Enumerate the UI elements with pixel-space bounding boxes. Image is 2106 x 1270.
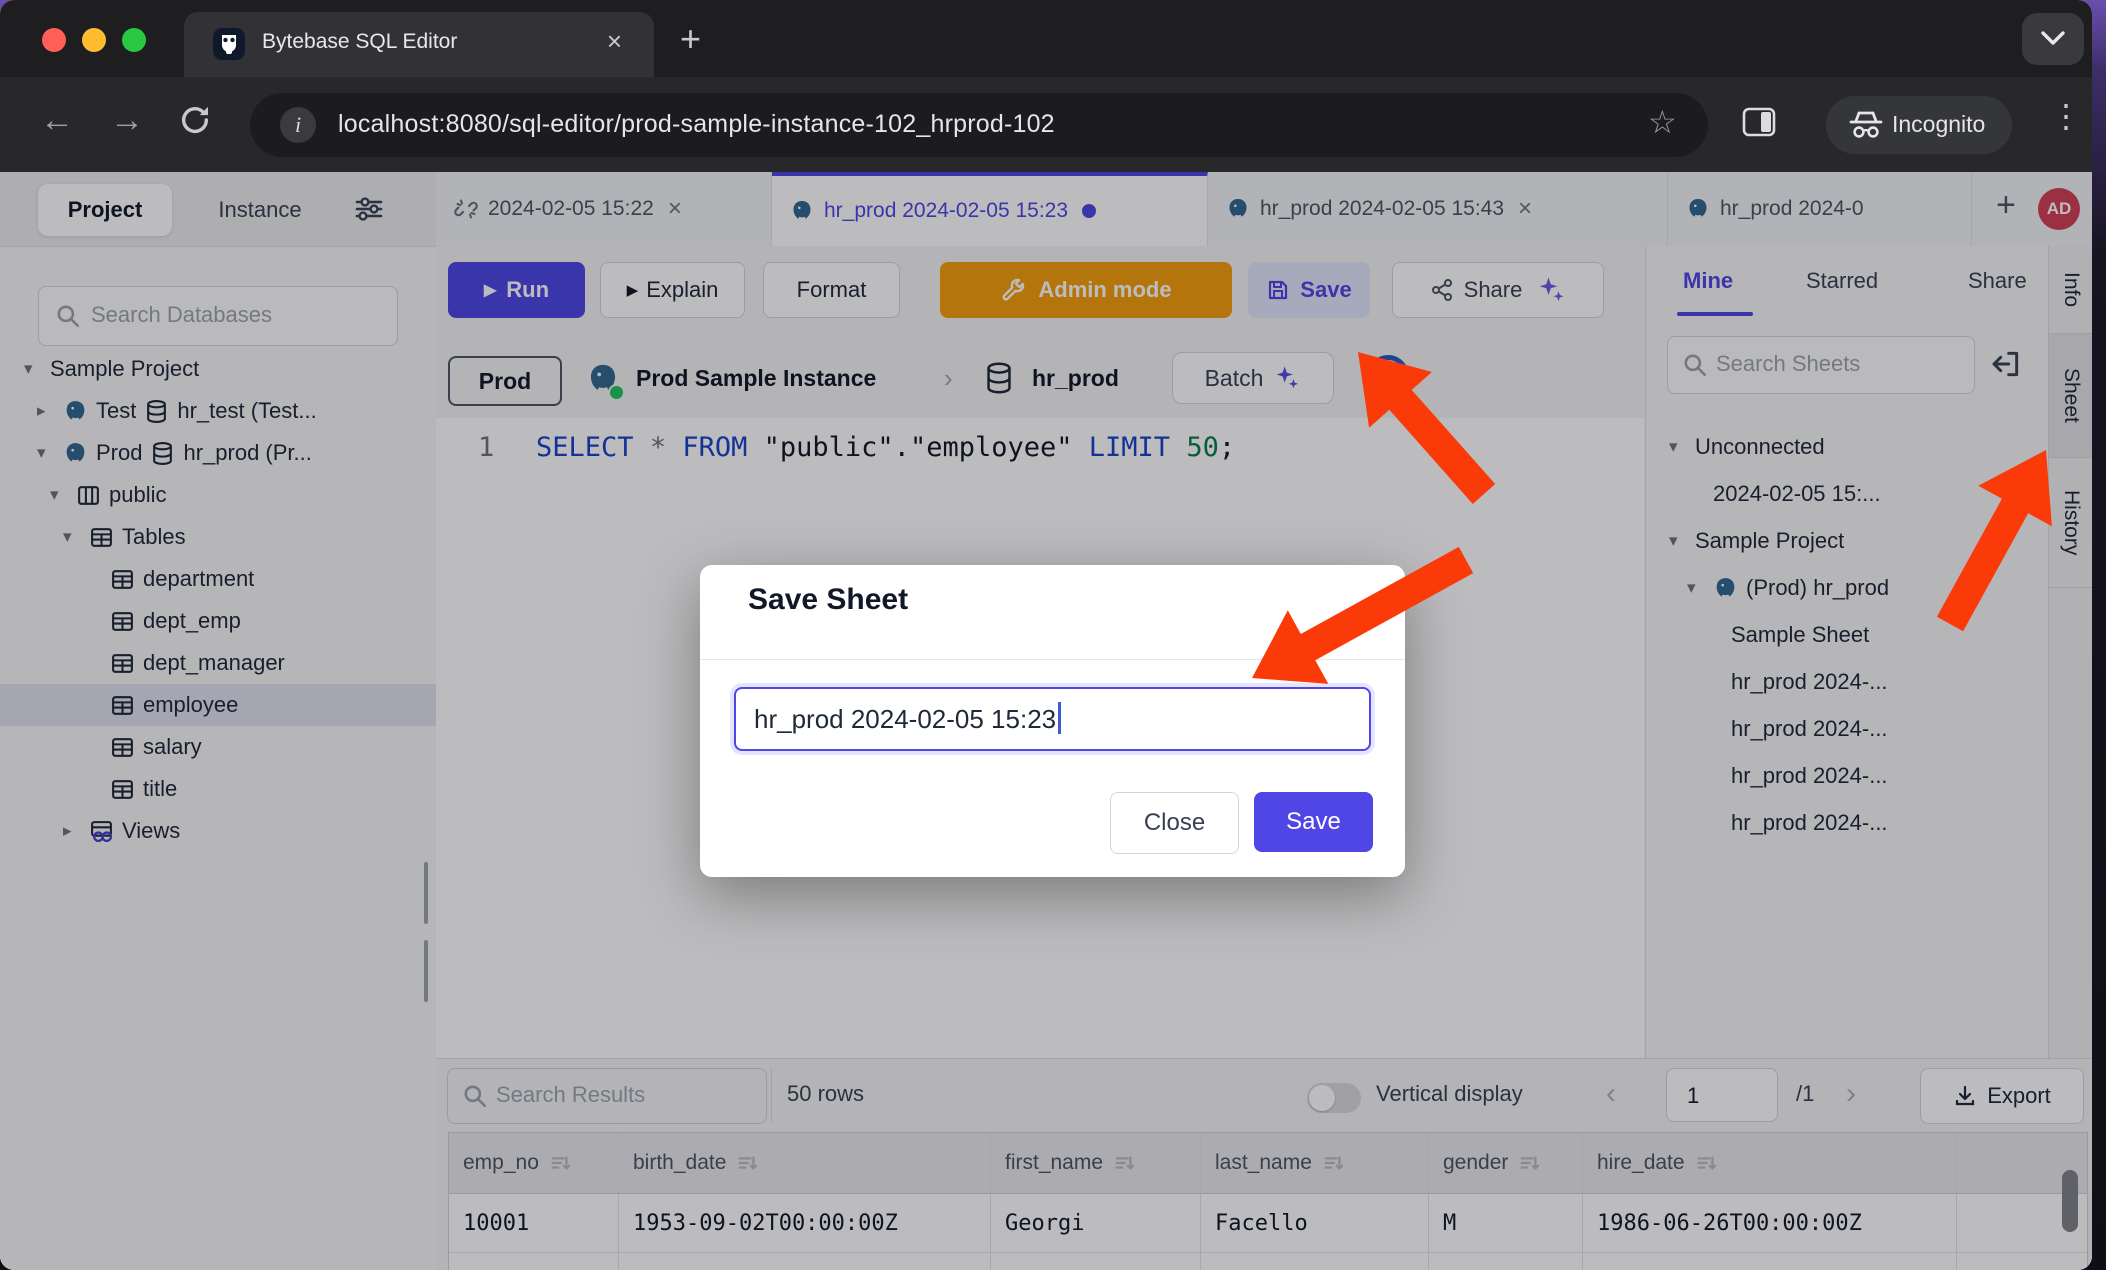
tab-search-button[interactable] (2022, 13, 2084, 65)
maximize-window-button[interactable] (122, 28, 146, 52)
bytebase-favicon-icon (212, 27, 246, 61)
forward-button[interactable]: → (110, 101, 144, 140)
incognito-icon (1848, 109, 1884, 141)
close-tab-icon[interactable]: × (607, 26, 622, 57)
browser-tab-title: Bytebase SQL Editor (262, 30, 457, 54)
url-text: localhost:8080/sql-editor/prod-sample-in… (338, 110, 1055, 139)
new-tab-button[interactable]: + (680, 18, 701, 60)
incognito-badge: Incognito (1826, 96, 2012, 154)
reload-button[interactable] (178, 103, 212, 142)
close-window-button[interactable] (42, 28, 66, 52)
sheet-name-input[interactable]: hr_prod 2024-02-05 15:23 (734, 687, 1371, 751)
url-bar[interactable]: i localhost:8080/sql-editor/prod-sample-… (250, 93, 1708, 157)
chevron-down-icon (2040, 30, 2066, 46)
dialog-close-icon[interactable]: × (1347, 597, 1365, 631)
back-button[interactable]: ← (40, 101, 74, 140)
browser-tab-strip: Bytebase SQL Editor × + (0, 0, 2092, 77)
side-panel-icon[interactable] (1742, 107, 1776, 142)
dialog-title: Save Sheet (748, 583, 908, 617)
browser-window: Bytebase SQL Editor × + ← → i localhost:… (0, 0, 2092, 1270)
text-caret (1058, 702, 1061, 734)
bookmark-star-icon[interactable]: ☆ (1648, 103, 1677, 141)
browser-menu-icon[interactable]: ⋮ (2050, 97, 2082, 135)
dialog-save-button[interactable]: Save (1254, 792, 1373, 852)
divider (700, 659, 1405, 660)
browser-toolbar: ← → i localhost:8080/sql-editor/prod-sam… (0, 77, 2092, 172)
minimize-window-button[interactable] (82, 28, 106, 52)
site-info-icon[interactable]: i (280, 107, 316, 143)
dialog-close-button[interactable]: Close (1110, 792, 1239, 854)
incognito-label: Incognito (1892, 111, 1985, 138)
save-sheet-dialog: Save Sheet × hr_prod 2024-02-05 15:23 Cl… (700, 565, 1405, 877)
browser-tab[interactable]: Bytebase SQL Editor × (184, 12, 654, 77)
